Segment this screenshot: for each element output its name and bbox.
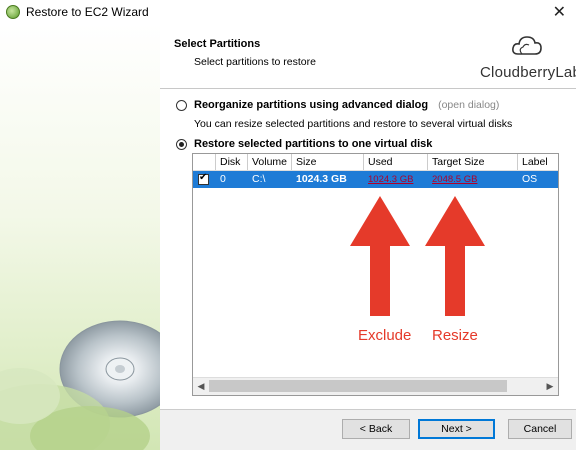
main-content: Reorganize partitions using advanced dia… bbox=[160, 89, 576, 409]
option-reorganize-label[interactable]: Reorganize partitions using advanced dia… bbox=[194, 99, 428, 111]
annotation-exclude: Exclude bbox=[358, 327, 412, 344]
page-title: Select Partitions bbox=[174, 38, 261, 50]
col-disk[interactable]: Disk bbox=[215, 154, 247, 170]
title-bar: Restore to EC2 Wizard ✕ bbox=[0, 0, 576, 24]
wizard-footer: < Back Next > Cancel bbox=[160, 410, 576, 450]
col-label[interactable]: Label bbox=[517, 154, 558, 170]
table-row[interactable]: 0 C:\ 1024.3 GB 1024.3 GB 2048.5 GB OS bbox=[193, 171, 558, 188]
col-size[interactable]: Size bbox=[291, 154, 363, 170]
cell-size: 1024.3 GB bbox=[296, 173, 347, 185]
cell-disk: 0 bbox=[220, 173, 226, 185]
cell-used[interactable]: 1024.3 GB bbox=[363, 171, 427, 188]
col-volume[interactable]: Volume bbox=[247, 154, 291, 170]
cloudberry-app-icon bbox=[6, 5, 20, 19]
cell-label: OS bbox=[522, 173, 538, 185]
cell-target-size[interactable]: 2048.5 GB bbox=[427, 171, 517, 188]
wizard-side-banner bbox=[0, 24, 160, 450]
page-subtitle: Select partitions to restore bbox=[194, 56, 316, 68]
close-icon[interactable]: ✕ bbox=[553, 2, 566, 22]
radio-reorganize[interactable] bbox=[176, 99, 187, 111]
cancel-button[interactable]: Cancel bbox=[508, 419, 572, 439]
brand-logo-text: CloudberryLab bbox=[480, 64, 576, 81]
window-title: Restore to EC2 Wizard bbox=[26, 5, 149, 19]
open-dialog-link[interactable]: (open dialog) bbox=[438, 99, 499, 111]
scroll-left-icon[interactable]: ◀ bbox=[193, 378, 209, 395]
disc-cloud-graphic bbox=[0, 320, 160, 450]
back-button[interactable]: < Back bbox=[342, 419, 410, 439]
annotation-resize: Resize bbox=[432, 327, 478, 344]
radio-one-disk[interactable] bbox=[176, 138, 187, 150]
next-button[interactable]: Next > bbox=[418, 419, 495, 439]
col-target-size[interactable]: Target Size bbox=[427, 154, 517, 170]
cloud-icon bbox=[512, 36, 542, 55]
col-check bbox=[193, 154, 215, 170]
option-one-disk-label[interactable]: Restore selected partitions to one virtu… bbox=[194, 138, 432, 150]
option-reorganize[interactable]: Reorganize partitions using advanced dia… bbox=[176, 99, 499, 111]
partitions-grid[interactable]: Disk Volume Size Used Target Size Label … bbox=[192, 153, 559, 396]
row-checkbox[interactable] bbox=[198, 172, 209, 185]
scroll-right-icon[interactable]: ▶ bbox=[542, 378, 558, 395]
horizontal-scrollbar[interactable]: ◀ ▶ bbox=[193, 377, 558, 395]
option-reorganize-description: You can resize selected partitions and r… bbox=[194, 118, 513, 130]
wizard-header: Select Partitions Select partitions to r… bbox=[160, 24, 576, 88]
cell-volume: C:\ bbox=[252, 173, 266, 185]
col-used[interactable]: Used bbox=[363, 154, 427, 170]
scroll-thumb[interactable] bbox=[209, 380, 507, 392]
option-one-disk[interactable]: Restore selected partitions to one virtu… bbox=[176, 138, 432, 150]
grid-header: Disk Volume Size Used Target Size Label bbox=[193, 154, 558, 171]
